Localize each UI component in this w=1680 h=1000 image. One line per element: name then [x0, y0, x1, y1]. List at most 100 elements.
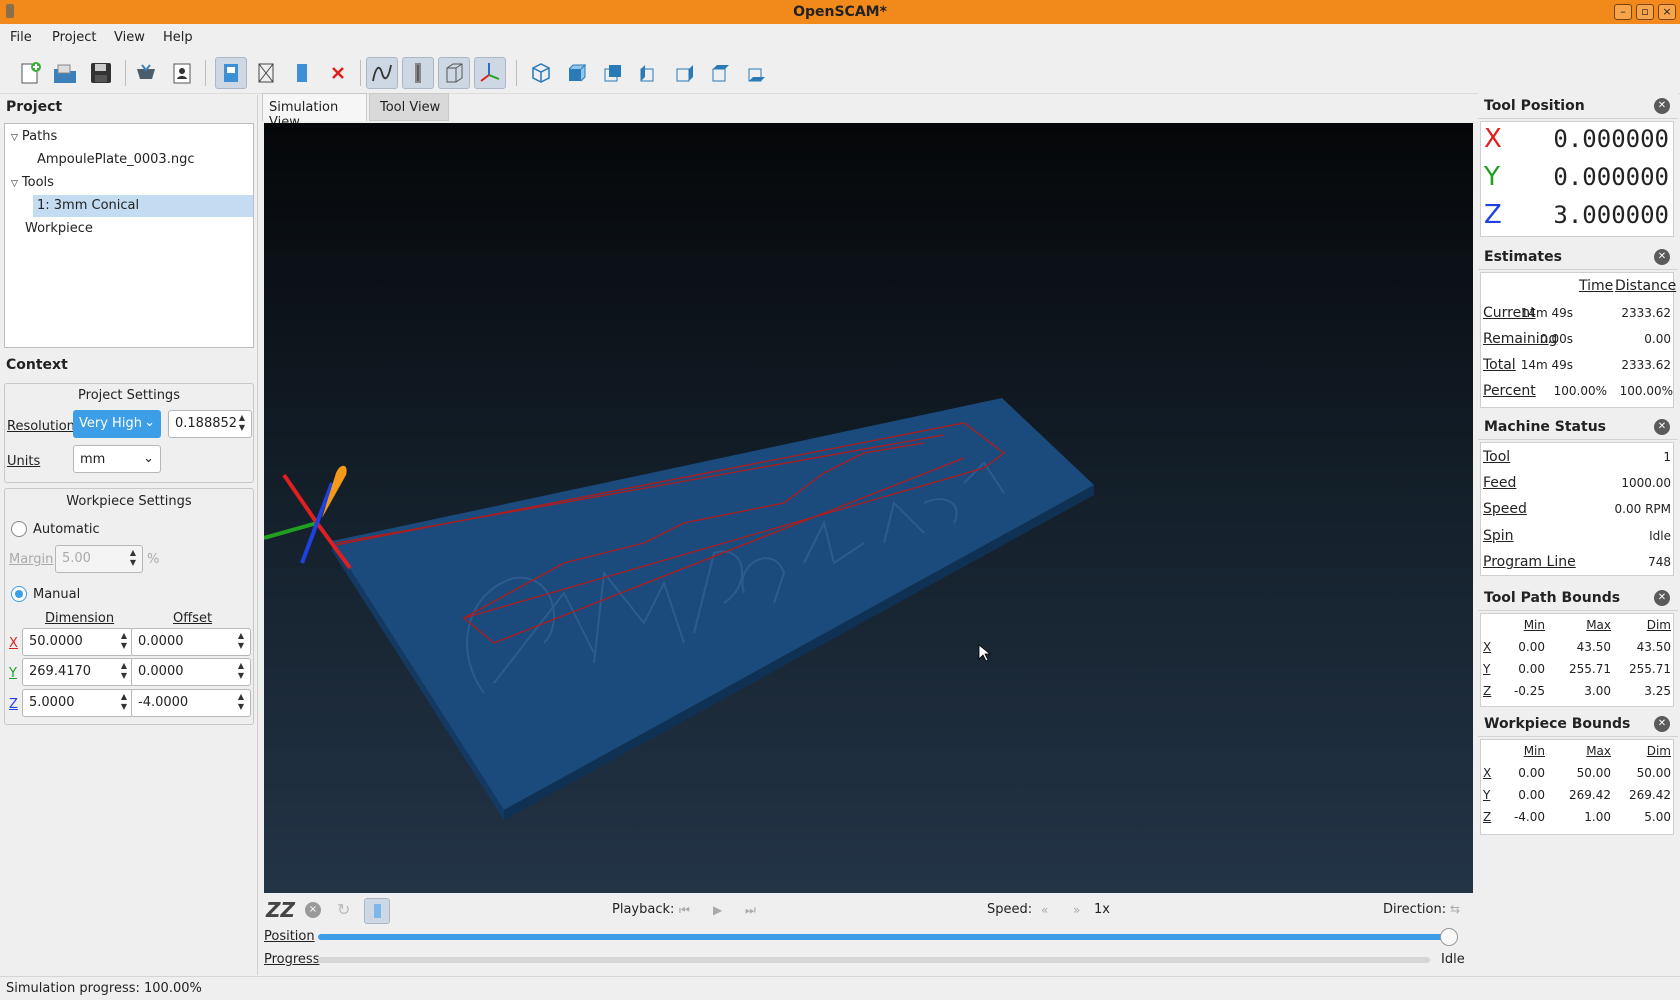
view-isometric-icon[interactable] [525, 57, 557, 89]
resolution-mode-select[interactable]: Very High ⌄ [73, 410, 161, 438]
play-icon[interactable]: ▶ [713, 903, 722, 917]
dimension-y-spinbox[interactable]: 269.4170 ▲ ▼ [22, 658, 134, 686]
position-slider-handle[interactable] [1440, 928, 1458, 946]
tool-table-icon[interactable] [166, 57, 198, 89]
view-back-icon[interactable] [597, 57, 629, 89]
offset-x-spinbox[interactable]: 0.0000 ▲ ▼ [131, 628, 251, 656]
save-project-icon[interactable] [85, 57, 117, 89]
max-header: Max [1586, 744, 1611, 758]
remaining-distance: 0.00 [1644, 332, 1671, 346]
manual-radio[interactable] [11, 586, 27, 602]
tree-item-tool-1[interactable]: 1: 3mm Conical [33, 195, 253, 217]
show-wireframe-icon[interactable] [250, 57, 282, 89]
tree-item-paths[interactable]: ▽ Paths [11, 126, 57, 148]
margin-label: Margin [9, 552, 54, 567]
machine-status-table: Tool 1 Feed 1000.00 Speed 0.00 RPM Spin … [1480, 442, 1674, 576]
scene-3d[interactable] [263, 123, 1473, 893]
close-icon[interactable]: ✕ [1654, 249, 1670, 265]
resolution-value-spinbox[interactable]: 0.188852 ▲ ▼ [168, 410, 252, 438]
tool-position-header: Tool Position ✕ [1478, 93, 1678, 119]
progress-bar [318, 957, 1430, 963]
reload-icon[interactable]: ↻ [337, 900, 350, 919]
maximize-button[interactable]: ▫ [1636, 4, 1654, 20]
minimize-button[interactable]: – [1614, 4, 1632, 20]
fast-forward-icon[interactable]: ⏭ [745, 903, 756, 918]
units-select[interactable]: mm ⌄ [73, 445, 161, 473]
show-bounds-icon[interactable] [438, 57, 470, 89]
spin-arrows-icon[interactable]: ▲ ▼ [236, 661, 246, 683]
offset-y-spinbox[interactable]: 0.0000 ▲ ▼ [131, 658, 251, 686]
close-icon[interactable]: ✕ [1654, 98, 1670, 114]
margin-spinbox[interactable]: 5.00 ▲ ▼ [55, 545, 143, 573]
slower-icon[interactable]: « [1041, 903, 1048, 917]
simulation-viewport[interactable] [263, 123, 1473, 893]
rewind-icon[interactable]: ⏮ [679, 903, 690, 918]
spin-arrows-icon[interactable]: ▲ ▼ [128, 548, 138, 570]
view-top-icon[interactable] [705, 57, 737, 89]
toolbar [0, 52, 1680, 94]
axis-label: Z [1483, 810, 1492, 824]
menu-project[interactable]: Project [52, 30, 96, 45]
show-path-icon[interactable] [366, 57, 398, 89]
spin-arrows-icon[interactable]: ▲ ▼ [119, 661, 129, 683]
position-slider-fill [318, 934, 1458, 940]
workpiece-bounds-dock: Workpiece Bounds ✕ Min Max Dim X 0.00 50.… [1478, 711, 1678, 837]
remaining-time: 0.00s [1540, 332, 1573, 346]
show-axes-icon[interactable] [474, 57, 506, 89]
estimates-table: Time Distance Current 14m 49s 2333.62 Re… [1480, 272, 1676, 408]
tree-item-workpiece[interactable]: Workpiece [25, 218, 93, 240]
row-label: Spin [1483, 528, 1514, 544]
show-tool-icon[interactable] [286, 57, 318, 89]
faster-icon[interactable]: » [1073, 903, 1080, 917]
offset-z-spinbox[interactable]: -4.0000 ▲ ▼ [131, 689, 251, 717]
view-front-icon[interactable] [561, 57, 593, 89]
export-icon[interactable] [130, 57, 162, 89]
view-bottom-icon[interactable] [741, 57, 773, 89]
view-right-icon[interactable] [669, 57, 701, 89]
spin-arrows-icon[interactable]: ▲ ▼ [236, 692, 246, 714]
splitter[interactable] [257, 95, 258, 975]
tool-path-bounds-title: Tool Path Bounds [1484, 590, 1621, 606]
spin-arrows-icon[interactable]: ▲ ▼ [119, 631, 129, 653]
close-icon[interactable]: ✕ [1654, 590, 1670, 606]
tool-toggle-button[interactable] [364, 898, 390, 924]
position-slider-track[interactable] [318, 928, 1458, 946]
offset-header: Offset [173, 611, 213, 626]
close-icon[interactable]: ✕ [1654, 419, 1670, 435]
automatic-radio[interactable] [11, 521, 27, 537]
open-project-icon[interactable] [49, 57, 81, 89]
axis-x-label: X [9, 636, 18, 651]
show-workpiece-icon[interactable] [215, 57, 247, 89]
max-value: 50.00 [1576, 766, 1611, 780]
menu-help[interactable]: Help [163, 30, 193, 45]
dimension-z-spinbox[interactable]: 5.0000 ▲ ▼ [22, 689, 134, 717]
spin-arrows-icon[interactable]: ▲ ▼ [236, 631, 246, 653]
tab-simulation-view[interactable]: Simulation View [262, 93, 367, 130]
new-project-icon[interactable] [14, 57, 46, 89]
spin-arrows-icon[interactable]: ▲ ▼ [237, 413, 247, 435]
project-tree[interactable]: ▽ Paths AmpoulePlate_0003.ngc ▽ Tools 1: 3… [4, 123, 254, 348]
stop-icon[interactable]: × [305, 902, 321, 918]
resolution-label: Resolution [7, 419, 75, 434]
axis-y-label: Y [9, 666, 17, 681]
close-icon[interactable]: ✕ [1654, 716, 1670, 732]
dimension-x-spinbox[interactable]: 50.0000 ▲ ▼ [22, 628, 134, 656]
dim-header: Dim [1646, 744, 1671, 758]
view-left-icon[interactable] [633, 57, 665, 89]
menu-file[interactable]: File [10, 30, 32, 45]
menu-view[interactable]: View [114, 30, 145, 45]
zz-label: ZZ [266, 898, 296, 922]
show-tool-path-icon[interactable] [402, 57, 434, 89]
estimates-dock: Estimates ✕ Time Distance Current 14m 49s… [1478, 244, 1678, 410]
close-window-button[interactable]: × [1658, 4, 1676, 20]
tab-tool-view[interactable]: Tool View [369, 93, 449, 121]
hide-icon[interactable] [322, 57, 354, 89]
chevron-down-icon: ⌄ [143, 451, 154, 466]
tree-item-gcode-file[interactable]: AmpoulePlate_0003.ngc [37, 149, 194, 171]
current-distance: 2333.62 [1621, 306, 1671, 320]
axis-z-label: Z [1484, 200, 1502, 230]
spin-arrows-icon[interactable]: ▲ ▼ [119, 692, 129, 714]
direction-icon[interactable]: ⇆ [1450, 902, 1460, 916]
row-label: Speed [1483, 501, 1527, 517]
tree-item-tools[interactable]: ▽ Tools [11, 172, 54, 194]
